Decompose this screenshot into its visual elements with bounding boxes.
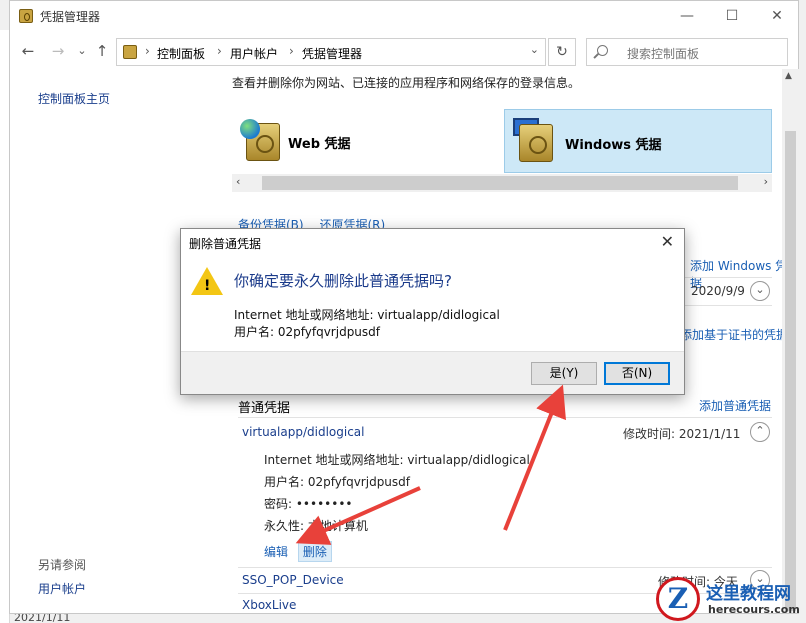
watermark-logo-icon: Z bbox=[656, 577, 700, 621]
site-watermark: Z 这里教程网 herecours.com bbox=[656, 577, 806, 623]
watermark-domain: herecours.com bbox=[708, 603, 800, 616]
arrow-to-delete-link bbox=[295, 486, 421, 545]
arrow-to-yes-button bbox=[503, 384, 566, 531]
annotation-arrows bbox=[295, 384, 566, 545]
watermark-name: 这里教程网 bbox=[706, 584, 791, 604]
